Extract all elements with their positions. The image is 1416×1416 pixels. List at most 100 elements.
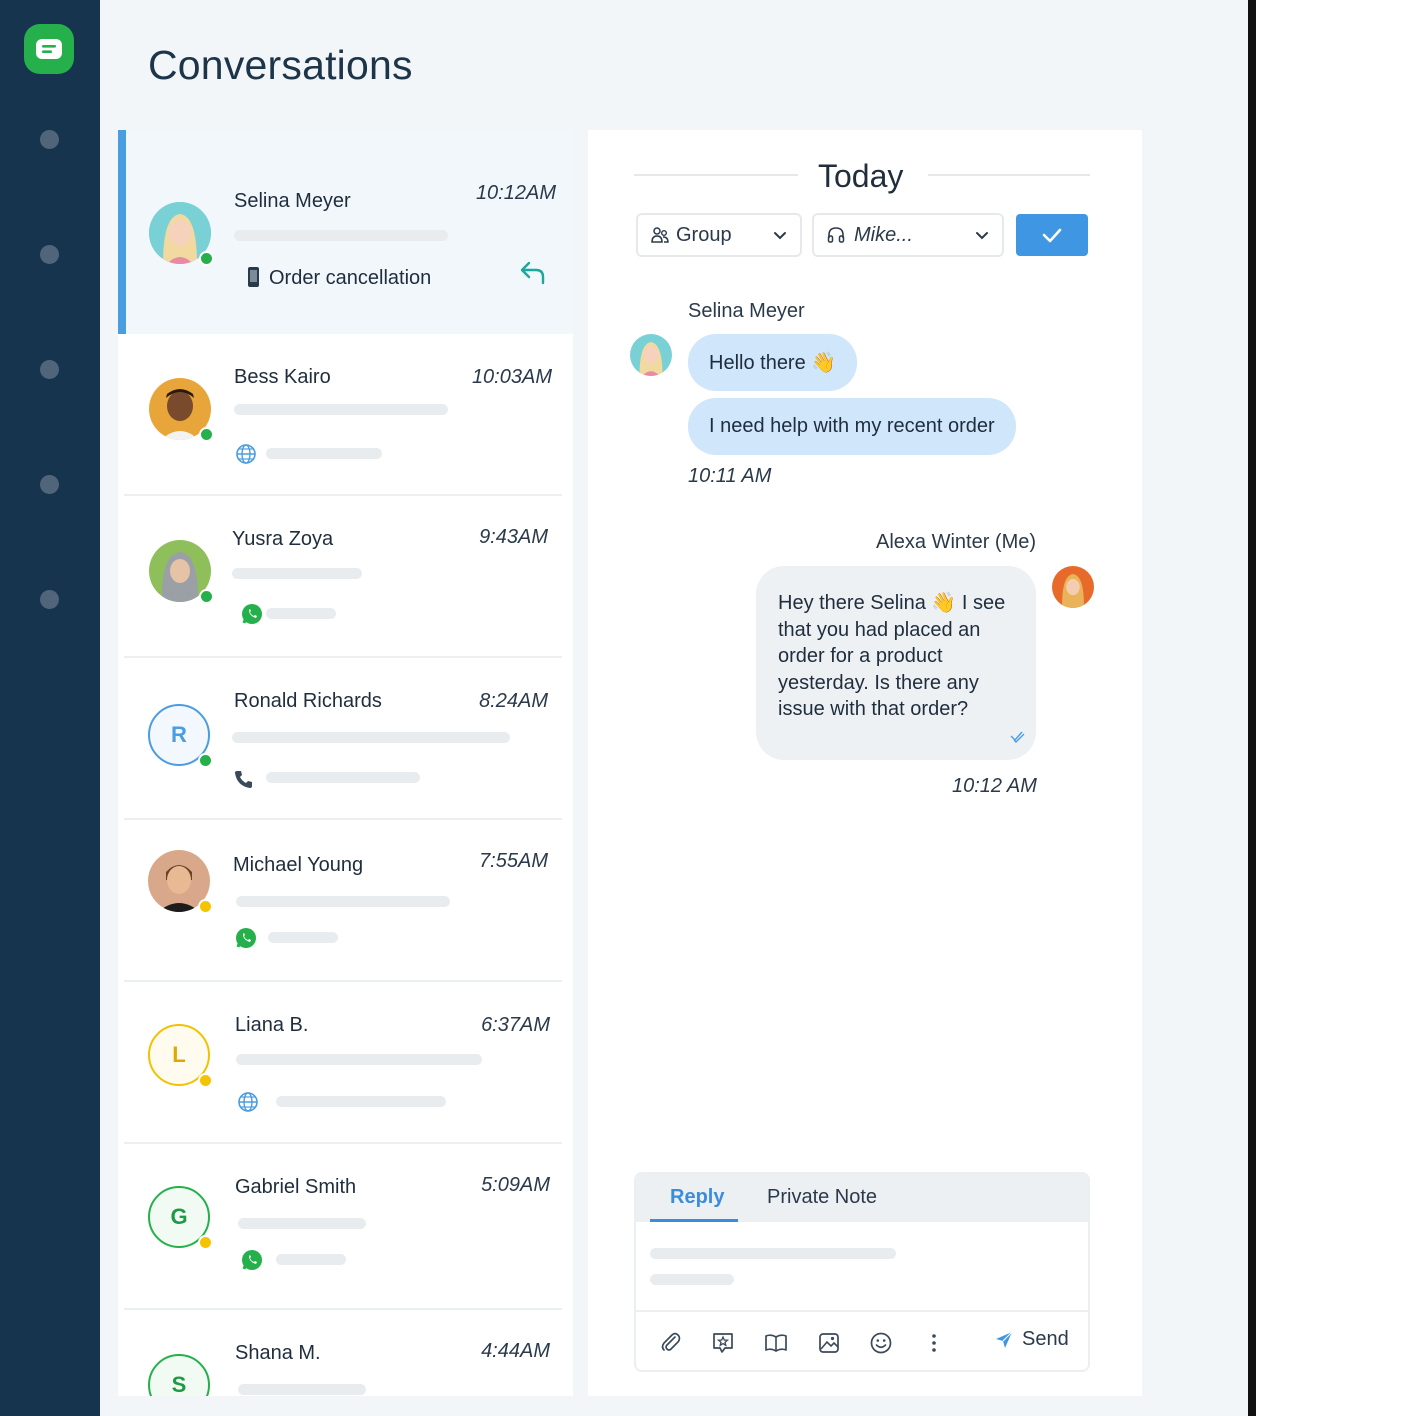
- conversation-time: 5:09AM: [481, 1174, 550, 1196]
- conversation-item[interactable]: Bess Kairo 10:03AM: [118, 334, 573, 496]
- away-status-dot: [198, 1073, 213, 1088]
- selina-small-avatar: [630, 334, 672, 376]
- attachment-icon[interactable]: [658, 1330, 684, 1356]
- date-divider: Today: [818, 158, 904, 194]
- preview-placeholder: [238, 1218, 366, 1229]
- phone-icon: [235, 771, 252, 788]
- whatsapp-icon: [242, 1250, 262, 1270]
- contact-name: Yusra Zoya: [232, 528, 334, 550]
- tab-private-note[interactable]: Private Note: [767, 1186, 877, 1209]
- more-options-icon[interactable]: [921, 1330, 947, 1356]
- conversation-time: 8:24AM: [479, 690, 548, 712]
- group-icon: [651, 227, 669, 243]
- preview-placeholder: [234, 404, 448, 415]
- avatar: [149, 202, 214, 266]
- agent-select[interactable]: Mike...: [812, 213, 1004, 257]
- agent-select-value: Mike...: [854, 223, 913, 246]
- group-select[interactable]: Group: [636, 213, 802, 257]
- globe-icon: [236, 444, 256, 464]
- nav-item-4[interactable]: [40, 475, 59, 494]
- chevron-down-icon: [774, 232, 786, 240]
- nav-item-2[interactable]: [40, 245, 59, 264]
- alexa-avatar: [1052, 566, 1094, 608]
- outgoing-message-text: Hey there Selina 👋 I see that you had pl…: [778, 592, 1006, 720]
- page-title: Conversations: [148, 42, 413, 88]
- preview-placeholder: [232, 732, 510, 743]
- incoming-message: I need help with my recent order: [688, 398, 1016, 455]
- preview-placeholder: [276, 1096, 446, 1107]
- avatar: G: [148, 1186, 213, 1250]
- input-placeholder[interactable]: [650, 1248, 896, 1259]
- double-check-icon: [1010, 731, 1025, 743]
- avatar: L: [148, 1024, 213, 1088]
- message-time: 10:12 AM: [952, 775, 1037, 797]
- send-button[interactable]: Send: [994, 1328, 1069, 1351]
- message-time: 10:11 AM: [688, 465, 772, 487]
- image-icon[interactable]: [816, 1330, 842, 1356]
- preview-placeholder: [236, 896, 450, 907]
- avatar: R: [148, 704, 213, 768]
- nav-item-5[interactable]: [40, 590, 59, 609]
- whatsapp-icon: [236, 928, 256, 948]
- avatar: [149, 540, 214, 604]
- sidebar: [0, 0, 100, 1416]
- conversation-time: 7:55AM: [479, 850, 548, 872]
- app-window: Conversations Selina Meyer 10:12AM Order…: [0, 0, 1256, 1416]
- message-sender: Selina Meyer: [688, 300, 805, 322]
- divider: [636, 1310, 1088, 1312]
- conversation-item[interactable]: S Shana M. 4:44AM: [118, 1310, 573, 1396]
- avatar-letter: S: [148, 1354, 210, 1396]
- conversation-item[interactable]: Yusra Zoya 9:43AM: [118, 496, 573, 658]
- app-logo[interactable]: [24, 24, 74, 74]
- reply-arrow-icon[interactable]: [518, 258, 548, 286]
- preview-placeholder: [234, 230, 448, 241]
- online-status-dot: [199, 251, 214, 266]
- canned-response-icon[interactable]: [710, 1330, 736, 1356]
- alexa-avatar-photo: [1052, 566, 1094, 608]
- preview-placeholder: [276, 1254, 346, 1265]
- window-edge: [1248, 0, 1256, 1416]
- conversation-item[interactable]: L Liana B. 6:37AM: [118, 982, 573, 1144]
- online-status-dot: [199, 427, 214, 442]
- conversation-item[interactable]: R Ronald Richards 8:24AM: [118, 658, 573, 820]
- active-tab-indicator: [650, 1219, 738, 1222]
- tab-reply[interactable]: Reply: [670, 1186, 724, 1209]
- online-status-dot: [198, 753, 213, 768]
- conversation-item[interactable]: Selina Meyer 10:12AM Order cancellation: [118, 130, 573, 334]
- away-status-dot: [198, 1235, 213, 1250]
- conversation-subject: Order cancellation: [269, 267, 432, 289]
- incoming-message: Hello there 👋: [688, 334, 858, 391]
- contact-name: Gabriel Smith: [235, 1176, 357, 1198]
- emoji-icon[interactable]: [868, 1330, 894, 1356]
- chat-logo-icon: [36, 39, 62, 59]
- outgoing-message: Hey there Selina 👋 I see that you had pl…: [756, 566, 1036, 760]
- knowledge-base-book-icon[interactable]: [763, 1330, 789, 1356]
- headset-icon: [827, 227, 845, 243]
- whatsapp-icon: [242, 604, 262, 624]
- preview-placeholder: [266, 772, 420, 783]
- chat-panel: Today Group Mike... Selina Meyer Hello t…: [588, 130, 1142, 1396]
- avatar: [148, 850, 213, 914]
- confirm-assign-button[interactable]: [1016, 214, 1088, 256]
- nav-item-3[interactable]: [40, 360, 59, 379]
- contact-name: Ronald Richards: [234, 690, 382, 712]
- avatar: S: [148, 1354, 210, 1396]
- message-sender: Alexa Winter (Me): [876, 531, 1037, 553]
- contact-name: Liana B.: [235, 1014, 309, 1036]
- contact-name: Bess Kairo: [234, 366, 331, 388]
- selina-avatar-photo: [630, 334, 672, 376]
- nav-item-1[interactable]: [40, 130, 59, 149]
- preview-placeholder: [268, 932, 338, 943]
- conversation-time: 4:44AM: [481, 1340, 550, 1362]
- chevron-down-icon: [976, 232, 988, 240]
- conversation-item[interactable]: G Gabriel Smith 5:09AM: [118, 1144, 573, 1308]
- online-status-dot: [199, 589, 214, 604]
- mobile-phone-icon: [248, 267, 259, 287]
- preview-placeholder: [232, 568, 362, 579]
- preview-placeholder: [266, 608, 336, 619]
- conversation-list: Selina Meyer 10:12AM Order cancellation: [118, 130, 573, 1396]
- preview-placeholder: [238, 1384, 366, 1395]
- conversation-time: 9:43AM: [479, 526, 548, 548]
- conversation-item[interactable]: Michael Young 7:55AM: [118, 820, 573, 982]
- send-label: Send: [1022, 1328, 1069, 1350]
